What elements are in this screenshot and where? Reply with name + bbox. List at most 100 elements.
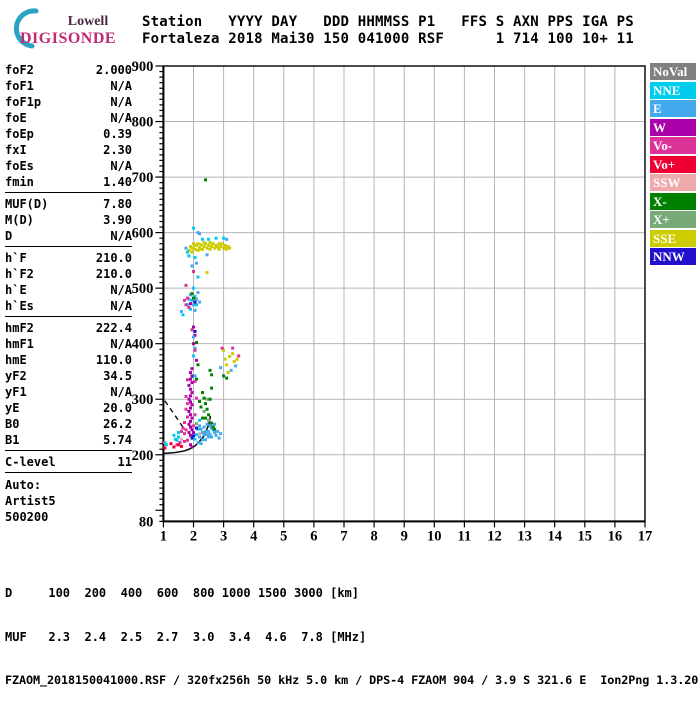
param-row: foF1 N/A (5, 78, 132, 94)
echo-point (210, 421, 214, 425)
x-tick-label: 7 (340, 528, 347, 544)
x-tick-label: 6 (310, 528, 317, 544)
echo-point (220, 346, 224, 350)
echo-point (207, 435, 211, 439)
y-tick-label: 600 (132, 226, 154, 242)
param-row: fmin 1.40 (5, 174, 132, 190)
param-value: N/A (110, 299, 132, 313)
param-row: h`F2 210.0 (5, 266, 132, 282)
echo-point (204, 402, 208, 406)
echo-point (208, 241, 212, 245)
echo-point (184, 303, 188, 307)
echo-point (188, 419, 192, 423)
param-value: 210.0 (95, 267, 132, 281)
echo-point (193, 348, 197, 352)
echo-point (210, 244, 214, 248)
echo-point (205, 422, 209, 426)
param-label: hmF1 (5, 337, 34, 351)
x-tick-label: 13 (517, 528, 532, 544)
echo-point (207, 429, 211, 433)
echo-point (225, 237, 229, 241)
echo-point (190, 428, 194, 432)
echo-point (211, 242, 215, 246)
legend-item-e: E (650, 100, 696, 117)
param-label: MUF(D) (5, 197, 49, 211)
echo-point (192, 342, 195, 346)
echo-point (217, 247, 221, 251)
bottom-status-block: D 100 200 400 600 800 1000 1500 3000 [km… (5, 557, 698, 702)
param-row: h`F 210.0 (5, 250, 132, 266)
param-value: N/A (110, 95, 132, 109)
echo-point (190, 374, 194, 378)
echo-point (176, 431, 180, 435)
param-value: 34.5 (103, 369, 132, 383)
echo-point (193, 300, 197, 304)
echo-point (185, 438, 189, 442)
echo-point (188, 377, 192, 381)
x-tick-label: 16 (608, 528, 623, 544)
echo-point (225, 247, 229, 251)
param-row: foF2 2.000 (5, 62, 132, 78)
y-tick-label: 500 (132, 281, 154, 297)
y-tick-label: 800 (132, 115, 154, 131)
param-label: hmE (5, 353, 27, 367)
x-tick-label: 2 (190, 528, 197, 544)
legend-item-x: X+ (650, 211, 696, 228)
param-value: N/A (110, 283, 132, 297)
param-value: 5.74 (103, 433, 132, 447)
echo-point (190, 250, 194, 254)
distance-row: D 100 200 400 600 800 1000 1500 3000 [km… (5, 586, 360, 600)
echo-point (193, 413, 197, 417)
x-tick-label: 1 (160, 528, 167, 544)
echo-point (219, 366, 223, 370)
echo-point (204, 429, 208, 433)
echo-point (216, 429, 220, 433)
echo-point (193, 308, 197, 312)
param-label: foE (5, 111, 27, 125)
param-label: M(D) (5, 213, 34, 227)
echo-point (196, 242, 200, 246)
param-value: N/A (110, 79, 132, 93)
param-value: 7.80 (103, 197, 132, 211)
legend-item-x: X- (650, 192, 696, 210)
param-row: h`E N/A (5, 282, 132, 298)
echo-point (210, 435, 214, 439)
param-label: foF1p (5, 95, 42, 109)
echo-point (190, 367, 194, 371)
param-label: h`Es (5, 299, 34, 313)
echo-point (187, 306, 191, 310)
echo-point (196, 291, 200, 295)
param-value: N/A (110, 159, 132, 173)
legend-item-nne: NNE (650, 81, 696, 99)
echo-point (214, 433, 218, 437)
param-label: h`E (5, 283, 27, 297)
echo-point (208, 368, 212, 372)
muf-row: MUF 2.3 2.4 2.5 2.7 3.0 3.4 4.6 7.8 [MHz… (5, 629, 367, 644)
param-row: foE N/A (5, 110, 132, 126)
echo-point (198, 300, 202, 304)
echo-point (195, 341, 199, 345)
ionogram-screen: { "logo": { "top": "Lowell", "bottom": "… (0, 0, 700, 687)
echo-point (172, 445, 176, 449)
param-label: h`F2 (5, 267, 34, 281)
echo-point (204, 242, 208, 246)
param-value: 11 (117, 455, 132, 469)
auto-info-line: 500200 (5, 510, 49, 524)
param-value: 210.0 (95, 251, 132, 265)
param-label: foF2 (5, 63, 34, 77)
echo-point (179, 429, 183, 433)
echo-point (181, 313, 185, 317)
echo-point (205, 253, 209, 257)
echo-point (219, 432, 223, 436)
echo-point (220, 242, 224, 246)
param-value: 26.2 (103, 417, 132, 431)
echo-point (232, 359, 236, 363)
profile-dashed-line (164, 400, 186, 430)
echo-point (172, 433, 176, 437)
param-value: 110.0 (95, 353, 132, 367)
echo-point (187, 397, 191, 401)
param-value: 20.0 (103, 401, 132, 415)
echo-point (208, 247, 212, 251)
y-tick-label: 80 (139, 514, 154, 530)
x-tick-label: 5 (280, 528, 287, 544)
